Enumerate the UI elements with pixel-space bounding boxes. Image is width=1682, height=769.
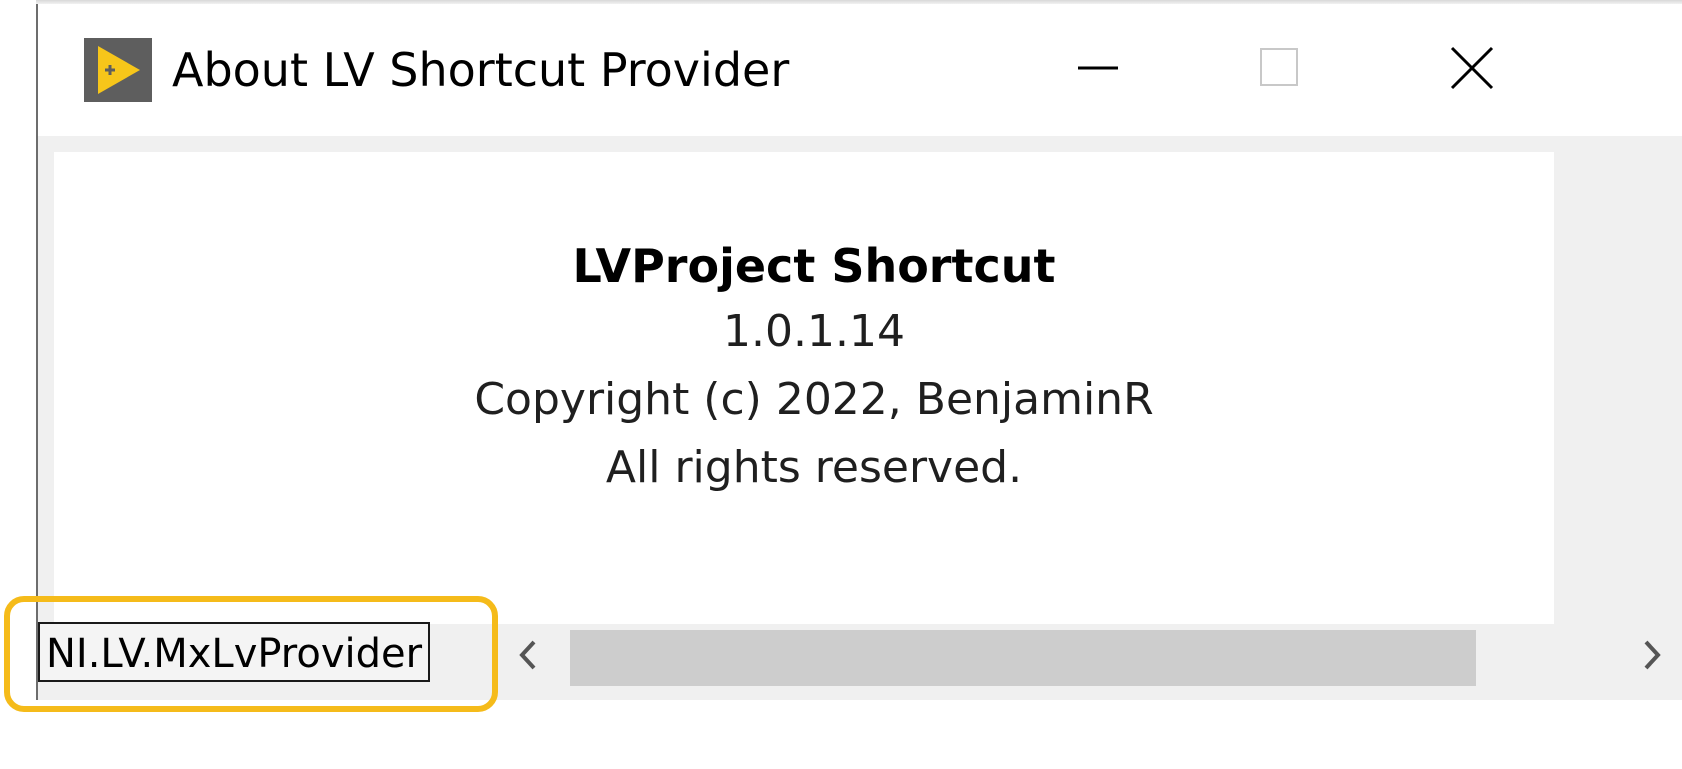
about-text: LVProject Shortcut 1.0.1.14 Copyright (c… <box>54 234 1574 502</box>
chevron-left-icon <box>516 638 540 676</box>
copyright-text: Copyright (c) 2022, BenjaminR <box>474 374 1154 425</box>
minimize-button[interactable] <box>1028 4 1168 136</box>
chevron-right-icon <box>1640 638 1664 676</box>
scroll-right-button[interactable] <box>1622 624 1682 690</box>
maximize-button[interactable] <box>1210 4 1350 136</box>
close-button[interactable] <box>1402 4 1542 136</box>
scrollbar-thumb[interactable] <box>570 630 1476 686</box>
screen: About LV Shortcut Provider LVProject Sho… <box>0 0 1682 769</box>
scroll-left-button[interactable] <box>498 624 558 690</box>
provider-tooltip: NI.LV.MxLvProvider <box>38 622 431 682</box>
background-window-edge <box>0 0 38 700</box>
about-dialog: About LV Shortcut Provider LVProject Sho… <box>36 4 1682 700</box>
horizontal-scrollbar[interactable] <box>498 624 1682 690</box>
window-title: About LV Shortcut Provider <box>172 43 790 97</box>
about-content-panel: LVProject Shortcut 1.0.1.14 Copyright (c… <box>54 152 1554 624</box>
version-text: 1.0.1.14 <box>723 306 905 357</box>
title-bar[interactable]: About LV Shortcut Provider <box>38 4 1682 136</box>
labview-icon <box>84 38 152 102</box>
maximize-icon <box>1258 46 1302 94</box>
product-name: LVProject Shortcut <box>572 239 1056 293</box>
close-icon <box>1448 44 1496 96</box>
minimize-icon <box>1076 46 1120 94</box>
rights-text: All rights reserved. <box>605 442 1023 493</box>
